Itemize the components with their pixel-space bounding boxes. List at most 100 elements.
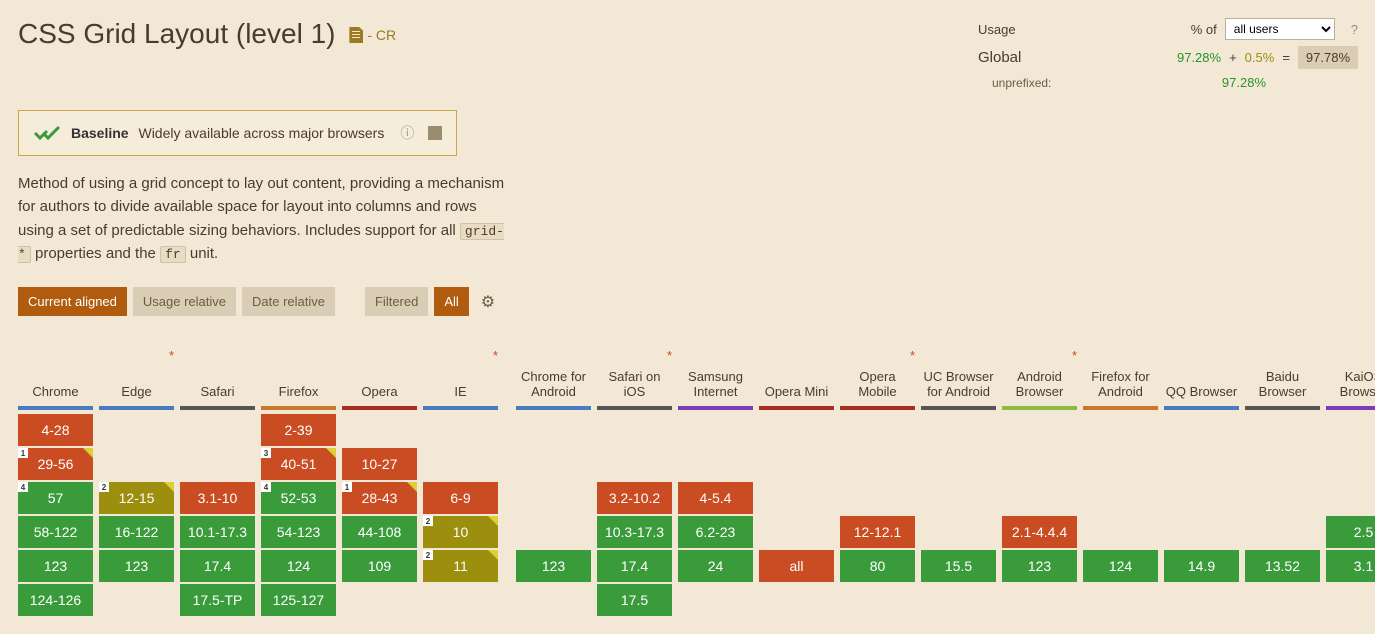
- version-cell[interactable]: 12-12.1: [840, 516, 915, 548]
- version-cell[interactable]: 13.52: [1245, 550, 1320, 582]
- version-cell[interactable]: 10.3-17.3: [597, 516, 672, 548]
- browser-header[interactable]: Baidu Browser: [1245, 344, 1320, 406]
- flag-icon[interactable]: [428, 126, 442, 140]
- version-cell[interactable]: 40-513: [261, 448, 336, 480]
- version-cell[interactable]: 80: [840, 550, 915, 582]
- browser-header[interactable]: Opera: [342, 344, 417, 406]
- global-partial-pct: 0.5%: [1245, 50, 1275, 65]
- browser-header[interactable]: Firefox: [261, 344, 336, 406]
- version-cell[interactable]: 17.5-TP: [180, 584, 255, 616]
- version-cell[interactable]: 6.2-23: [678, 516, 753, 548]
- version-cell[interactable]: 123: [99, 550, 174, 582]
- browser-column: Baidu Browser 13.52: [1245, 344, 1320, 616]
- info-icon[interactable]: ⓘ: [400, 123, 414, 143]
- version-cell[interactable]: 112: [423, 550, 498, 582]
- version-cell[interactable]: 29-561: [18, 448, 93, 480]
- version-cell[interactable]: 3.1: [1326, 550, 1375, 582]
- version-cell[interactable]: 574: [18, 482, 93, 514]
- note-badge: 1: [18, 448, 28, 458]
- version-cell: [1245, 584, 1320, 616]
- browser-column: Android Browser* 2.1-4.4.4123: [1002, 344, 1077, 616]
- note-badge: 2: [423, 550, 433, 560]
- version-cell[interactable]: 44-108: [342, 516, 417, 548]
- version-cell[interactable]: 3.1-10: [180, 482, 255, 514]
- version-cell[interactable]: 15.5: [921, 550, 996, 582]
- browser-header[interactable]: Edge*: [99, 344, 174, 406]
- usage-help-icon[interactable]: ?: [1351, 22, 1358, 37]
- current-aligned-button[interactable]: Current aligned: [18, 287, 127, 316]
- browser-header[interactable]: Opera Mini: [759, 344, 834, 406]
- version-cell[interactable]: 28-431: [342, 482, 417, 514]
- version-cell[interactable]: 2.1-4.4.4: [1002, 516, 1077, 548]
- browser-header[interactable]: Opera Mobile*: [840, 344, 915, 406]
- browser-header[interactable]: Android Browser*: [1002, 344, 1077, 406]
- feature-description: Method of using a grid concept to lay ou…: [18, 172, 508, 265]
- browser-column: KaiOS Browser 2.53.1: [1326, 344, 1375, 616]
- version-cell[interactable]: 124: [1083, 550, 1158, 582]
- filtered-button[interactable]: Filtered: [365, 287, 428, 316]
- version-cell[interactable]: 24: [678, 550, 753, 582]
- browser-header[interactable]: UC Browser for Android: [921, 344, 996, 406]
- version-cell[interactable]: 54-123: [261, 516, 336, 548]
- version-cell: [1002, 448, 1077, 480]
- browser-column: Opera Mobile* 12-12.180: [840, 344, 915, 616]
- version-cell: [1083, 482, 1158, 514]
- usage-relative-button[interactable]: Usage relative: [133, 287, 236, 316]
- browser-header[interactable]: KaiOS Browser: [1326, 344, 1375, 406]
- browser-header[interactable]: QQ Browser: [1164, 344, 1239, 406]
- version-cell: [423, 448, 498, 480]
- browser-brand-bar: [342, 406, 417, 410]
- browser-brand-bar: [597, 406, 672, 410]
- browser-brand-bar: [423, 406, 498, 410]
- version-cell: [99, 448, 174, 480]
- browser-header[interactable]: Safari on iOS*: [597, 344, 672, 406]
- browser-header[interactable]: Chrome for Android: [516, 344, 591, 406]
- version-cell[interactable]: all: [759, 550, 834, 582]
- version-cell[interactable]: 2-39: [261, 414, 336, 446]
- browser-header[interactable]: Safari: [180, 344, 255, 406]
- version-cell[interactable]: 4-28: [18, 414, 93, 446]
- version-cell[interactable]: 17.4: [597, 550, 672, 582]
- version-cell[interactable]: 14.9: [1164, 550, 1239, 582]
- version-cell[interactable]: 3.2-10.2: [597, 482, 672, 514]
- version-cell: [921, 482, 996, 514]
- version-cell[interactable]: 17.5: [597, 584, 672, 616]
- version-cell: [516, 516, 591, 548]
- global-total-pct: 97.78%: [1298, 46, 1358, 69]
- version-cell: [180, 448, 255, 480]
- version-cell[interactable]: 124: [261, 550, 336, 582]
- version-cell[interactable]: 102: [423, 516, 498, 548]
- usage-select[interactable]: all users: [1225, 18, 1335, 40]
- version-cell[interactable]: 12-152: [99, 482, 174, 514]
- version-cell: [1164, 516, 1239, 548]
- version-cell[interactable]: 10.1-17.3: [180, 516, 255, 548]
- browser-header[interactable]: Chrome: [18, 344, 93, 406]
- version-cell[interactable]: 4-5.4: [678, 482, 753, 514]
- version-cell[interactable]: 125-127: [261, 584, 336, 616]
- note-badge: 1: [342, 482, 352, 492]
- version-cell[interactable]: 2.5: [1326, 516, 1375, 548]
- version-cell: [1245, 516, 1320, 548]
- browser-header[interactable]: Firefox for Android: [1083, 344, 1158, 406]
- version-cell[interactable]: 123: [18, 550, 93, 582]
- all-button[interactable]: All: [434, 287, 468, 316]
- version-cell[interactable]: 123: [1002, 550, 1077, 582]
- version-cell[interactable]: 10-27: [342, 448, 417, 480]
- browser-header[interactable]: Samsung Internet: [678, 344, 753, 406]
- version-cell: [342, 414, 417, 446]
- version-cell[interactable]: 109: [342, 550, 417, 582]
- date-relative-button[interactable]: Date relative: [242, 287, 335, 316]
- version-cell[interactable]: 52-534: [261, 482, 336, 514]
- version-cell[interactable]: 123: [516, 550, 591, 582]
- version-cell[interactable]: 58-122: [18, 516, 93, 548]
- version-cell: [1326, 584, 1375, 616]
- version-cell[interactable]: 6-9: [423, 482, 498, 514]
- version-cell[interactable]: 17.4: [180, 550, 255, 582]
- note-badge: 2: [423, 516, 433, 526]
- browser-header[interactable]: IE*: [423, 344, 498, 406]
- version-cell[interactable]: 16-122: [99, 516, 174, 548]
- gear-icon[interactable]: ⚙: [481, 292, 495, 312]
- browser-brand-bar: [840, 406, 915, 410]
- spec-status-badge[interactable]: - CR: [349, 27, 396, 43]
- version-cell[interactable]: 124-126: [18, 584, 93, 616]
